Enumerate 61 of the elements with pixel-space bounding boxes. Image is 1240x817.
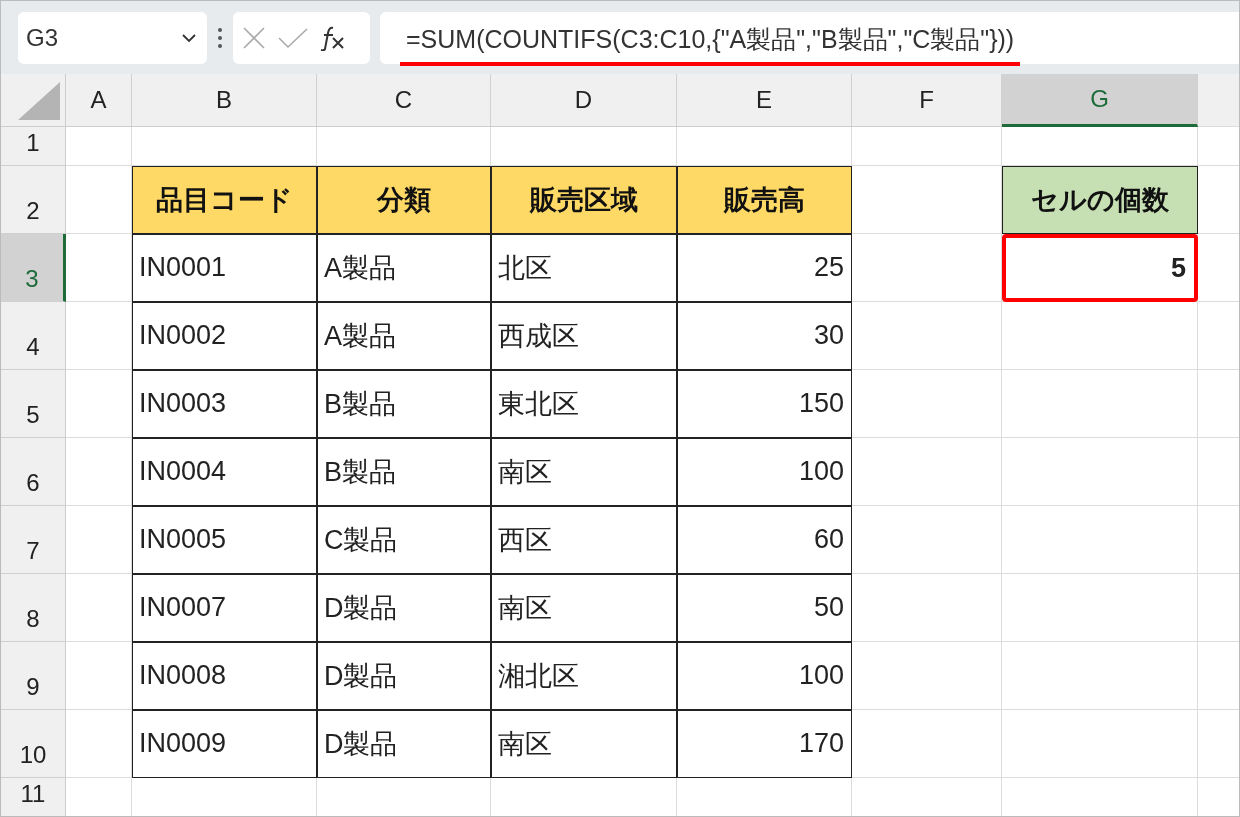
table-cell: 南区: [491, 438, 677, 506]
table-cell: IN0009: [132, 710, 317, 778]
column-header[interactable]: C: [317, 74, 491, 127]
table-cell: 60: [677, 506, 852, 574]
row-header[interactable]: 1: [1, 127, 66, 166]
row-header[interactable]: 5: [1, 370, 66, 438]
row-header[interactable]: 10: [1, 710, 66, 778]
table-cell: IN0002: [132, 302, 317, 370]
cancel-icon[interactable]: [241, 24, 267, 51]
table-cell: IN0007: [132, 574, 317, 642]
table-cell: 西区: [491, 506, 677, 574]
column-header[interactable]: A: [66, 74, 132, 127]
row-header[interactable]: 7: [1, 506, 66, 574]
table-cell: 西成区: [491, 302, 677, 370]
column-header[interactable]: E: [677, 74, 852, 127]
more-options-icon[interactable]: [217, 26, 223, 49]
result-cell[interactable]: 5: [1002, 234, 1198, 302]
table-cell: 150: [677, 370, 852, 438]
function-icon[interactable]: [319, 24, 347, 51]
table-cell: 170: [677, 710, 852, 778]
table-cell: A製品: [317, 302, 491, 370]
column-header[interactable]: F: [852, 74, 1002, 127]
select-all-icon[interactable]: [16, 82, 62, 122]
table-cell: 100: [677, 438, 852, 506]
table-cell: 30: [677, 302, 852, 370]
table-header-cell: 販売区域: [491, 166, 677, 234]
table-header-cell: 品目コード: [132, 166, 317, 234]
table-cell: 湘北区: [491, 642, 677, 710]
table-cell: C製品: [317, 506, 491, 574]
column-header[interactable]: D: [491, 74, 677, 127]
table-cell: B製品: [317, 370, 491, 438]
table-cell: 北区: [491, 234, 677, 302]
row-header[interactable]: 8: [1, 574, 66, 642]
table-cell: D製品: [317, 642, 491, 710]
row-header[interactable]: 3: [1, 234, 66, 302]
row-header[interactable]: 4: [1, 302, 66, 370]
table-header-cell: 分類: [317, 166, 491, 234]
chevron-down-icon: [181, 32, 197, 43]
table-cell: 南区: [491, 710, 677, 778]
column-header[interactable]: B: [132, 74, 317, 127]
table-cell: IN0003: [132, 370, 317, 438]
name-box[interactable]: G3: [18, 11, 207, 64]
table-cell: 南区: [491, 574, 677, 642]
table-cell: IN0004: [132, 438, 317, 506]
row-header[interactable]: 2: [1, 166, 66, 234]
table-cell: 東北区: [491, 370, 677, 438]
table-cell: A製品: [317, 234, 491, 302]
result-header-cell: セルの個数: [1002, 166, 1198, 234]
table-cell: D製品: [317, 710, 491, 778]
table-cell: B製品: [317, 438, 491, 506]
table-header-cell: 販売高: [677, 166, 852, 234]
row-header[interactable]: 9: [1, 642, 66, 710]
row-header[interactable]: 6: [1, 438, 66, 506]
table-cell: 25: [677, 234, 852, 302]
table-cell: IN0001: [132, 234, 317, 302]
table-cell: IN0005: [132, 506, 317, 574]
column-header[interactable]: G: [1002, 74, 1198, 127]
table-cell: IN0008: [132, 642, 317, 710]
table-cell: 50: [677, 574, 852, 642]
table-cell: D製品: [317, 574, 491, 642]
table-cell: 100: [677, 642, 852, 710]
